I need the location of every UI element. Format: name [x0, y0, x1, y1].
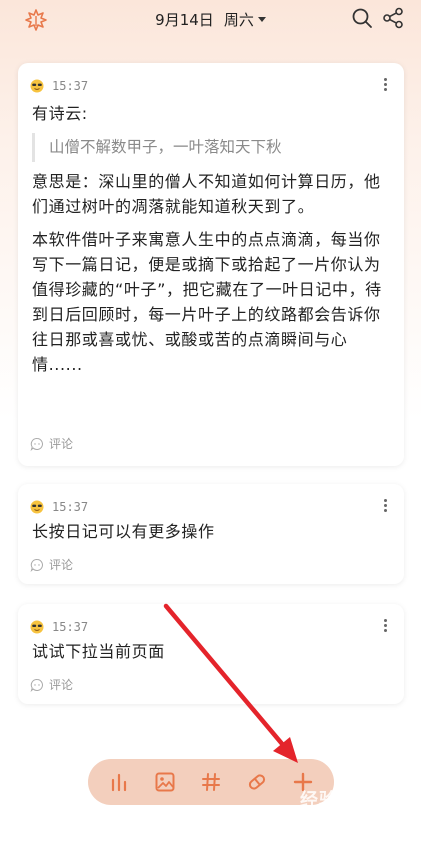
- cool-face-emoji: [30, 620, 44, 634]
- eraser-button[interactable]: [244, 769, 270, 795]
- share-icon[interactable]: [382, 7, 404, 29]
- entry-paragraph: 本软件借叶子来寓意人生中的点点滴滴，每当你写下一篇日记，便是或摘下或拾起了一片你…: [32, 230, 382, 374]
- date-label: 9月14日: [155, 11, 214, 29]
- entry-paragraph: 意思是：深山里的僧人不知道如何计算日历，他们通过树叶的凋落就能知道秋天到了。: [32, 172, 381, 216]
- stats-icon: [111, 773, 127, 792]
- watermark-text: 经验: [300, 790, 338, 811]
- search-icon[interactable]: [351, 7, 373, 29]
- comment-icon: [30, 678, 43, 692]
- entry-time: 15:37: [52, 500, 89, 514]
- comment-button[interactable]: 评论: [30, 676, 73, 693]
- caret-down-icon: [257, 17, 266, 22]
- entry-content: 长按日记可以有更多操作: [32, 519, 390, 552]
- entry-time: 15:37: [52, 620, 89, 634]
- entry-text: 试试下拉当前页面: [32, 642, 165, 661]
- diary-entry-card[interactable]: 15:37 长按日记可以有更多操作 评论: [18, 484, 404, 584]
- entry-quote: 山僧不解数甲子，一叶落知天下秋: [32, 133, 390, 162]
- entry-content: 试试下拉当前页面: [32, 639, 390, 672]
- entry-content: 有诗云: 山僧不解数甲子，一叶落知天下秋 意思是：深山里的僧人不知道如何计算日历…: [32, 101, 390, 385]
- more-options-icon[interactable]: [384, 619, 388, 633]
- comment-button[interactable]: 评论: [30, 556, 73, 573]
- cool-face-emoji: [30, 79, 44, 93]
- entry-header: 15:37: [30, 77, 88, 95]
- cool-face-emoji: [30, 500, 44, 514]
- bottom-toolbar: [88, 759, 334, 805]
- more-options-icon[interactable]: [384, 499, 388, 513]
- stats-button[interactable]: [106, 769, 132, 795]
- weekday-label: 周六: [223, 11, 254, 29]
- image-button[interactable]: [152, 769, 178, 795]
- comment-label: 评论: [49, 437, 74, 451]
- entry-header: 15:37: [30, 618, 88, 636]
- hashtag-icon: [202, 773, 220, 791]
- comment-icon: [30, 558, 43, 572]
- image-icon: [155, 772, 175, 792]
- comment-label: 评论: [49, 558, 74, 572]
- entry-text: 长按日记可以有更多操作: [32, 522, 215, 541]
- entry-time: 15:37: [52, 79, 89, 93]
- eraser-icon: [248, 774, 266, 790]
- entry-header: 15:37: [30, 498, 88, 516]
- more-options-icon[interactable]: [384, 78, 388, 92]
- diary-entry-card[interactable]: 15:37 试试下拉当前页面 评论: [18, 604, 404, 704]
- top-bar: 9月14日 周六: [0, 0, 421, 40]
- comment-icon: [30, 437, 43, 451]
- hashtag-button[interactable]: [198, 769, 224, 795]
- comment-button[interactable]: 评论: [30, 435, 73, 452]
- diary-entry-card[interactable]: 15:37 有诗云: 山僧不解数甲子，一叶落知天下秋 意思是：深山里的僧人不知道…: [18, 63, 404, 466]
- comment-label: 评论: [49, 678, 74, 692]
- entry-intro: 有诗云:: [32, 104, 88, 123]
